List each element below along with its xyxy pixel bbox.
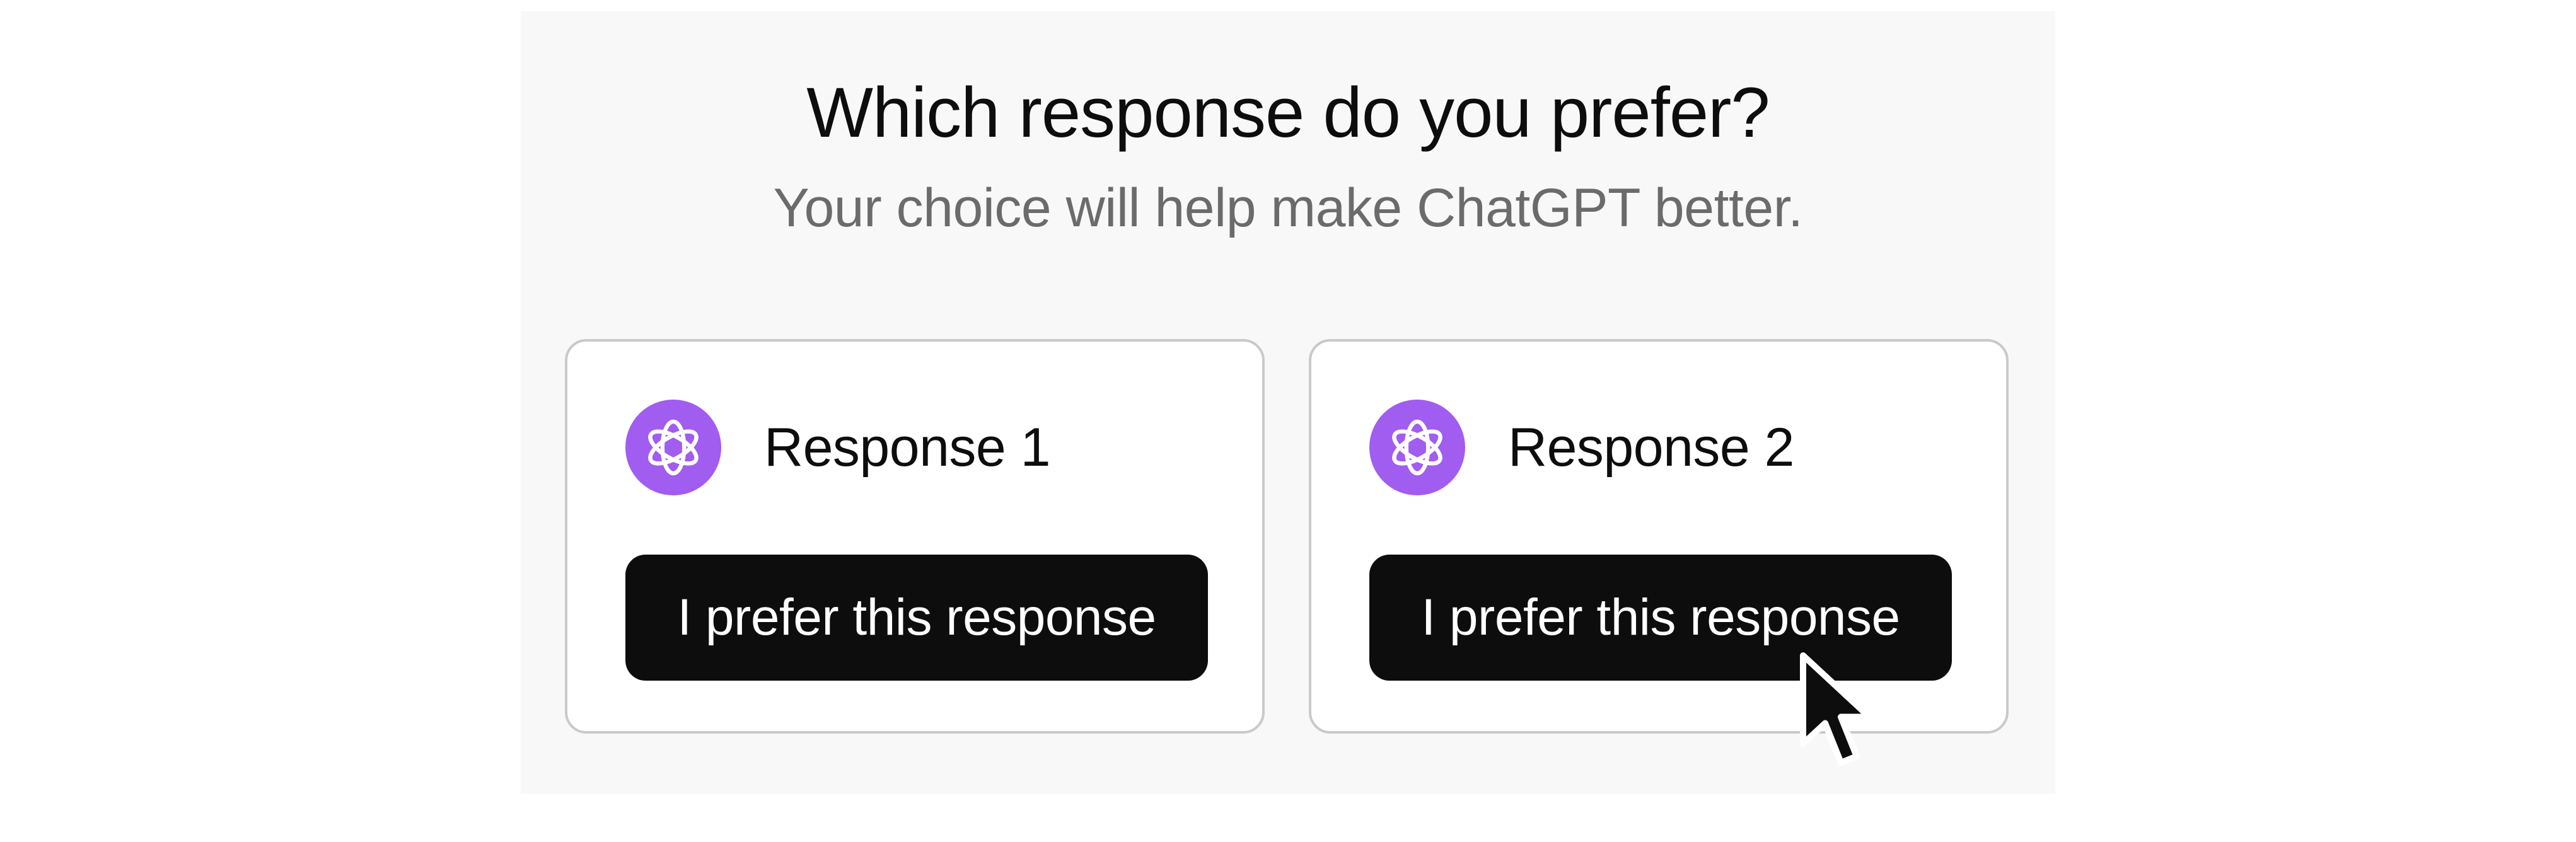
response-label: Response 2: [1508, 417, 1794, 478]
response-avatar: [625, 400, 721, 495]
openai-logo-icon: [648, 419, 699, 476]
response-label: Response 1: [764, 417, 1050, 478]
response-card-2: Response 2 I prefer this response: [1309, 339, 2009, 734]
response-card-1: Response 1 I prefer this response: [565, 339, 1265, 734]
openai-logo-icon: [1392, 419, 1442, 476]
dialog-subtitle: Your choice will help make ChatGPT bette…: [773, 178, 1804, 238]
response-avatar: [1369, 400, 1465, 495]
arrow-cursor-icon: [1800, 652, 1872, 766]
dialog-title: Which response do you prefer?: [806, 73, 1770, 152]
prefer-response-1-button[interactable]: I prefer this response: [625, 555, 1208, 681]
